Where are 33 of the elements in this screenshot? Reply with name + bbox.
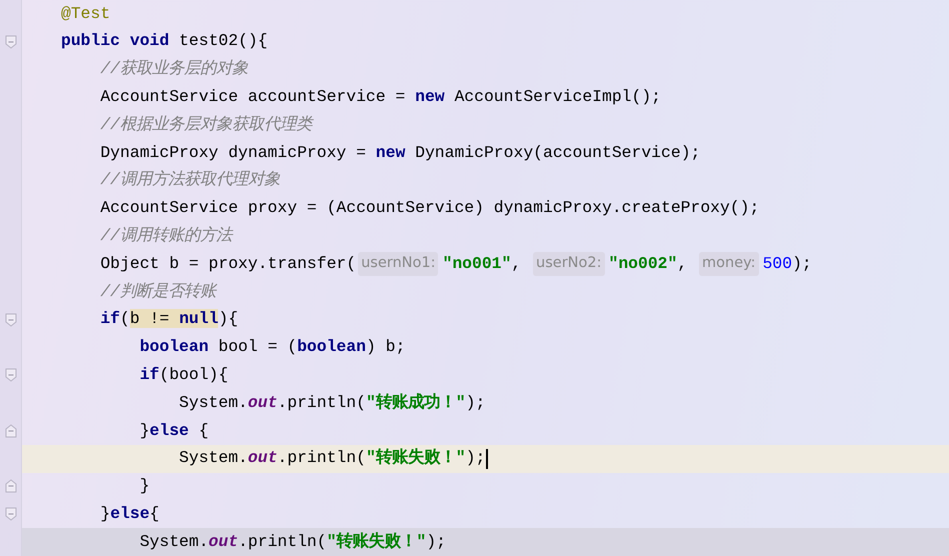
code-line: //根据业务层对象获取代理类 xyxy=(99,114,312,136)
code-text: Object b = proxy.transfer( xyxy=(99,252,356,275)
fold-icon[interactable] xyxy=(4,424,16,438)
code-line: System.out.println("转账成功！"); xyxy=(178,392,486,414)
parameter-hint: userNo2: xyxy=(533,252,604,276)
parameter-hint: money: xyxy=(699,252,759,276)
fold-icon[interactable] xyxy=(4,507,16,522)
code-line: @Test xyxy=(61,2,110,25)
code-line: if(bool){ xyxy=(138,364,228,386)
fold-icon[interactable] xyxy=(4,312,16,327)
code-text: 500); xyxy=(762,252,812,275)
code-line: //判断是否转账 xyxy=(99,280,216,303)
fold-icon[interactable] xyxy=(4,34,16,49)
code-line: AccountService accountService = new AccountServiceImpl(); xyxy=(99,86,662,108)
code-line: //调用转账的方法 xyxy=(99,224,232,247)
code-line: AccountService proxy = (AccountService) dynamicProxy.createProxy(); xyxy=(99,197,760,220)
code-line: boolean bool = (boolean) b; xyxy=(138,336,406,358)
fold-icon[interactable] xyxy=(4,479,16,494)
code-line: }else { xyxy=(138,420,209,442)
code-line: }else{ xyxy=(99,502,160,525)
code-line: //调用方法获取代理对象 xyxy=(99,169,280,192)
code-line: //获取业务层的对象 xyxy=(99,58,248,80)
code-text: "no002", xyxy=(608,252,688,275)
code-line: System.out.println("转账失败！"); xyxy=(178,447,486,470)
code-line: DynamicProxy dynamicProxy = new DynamicProxy(accountService); xyxy=(99,142,700,164)
fold-icon[interactable] xyxy=(4,368,16,382)
code-line: } xyxy=(138,475,150,498)
code-text: "no001", xyxy=(442,252,522,275)
text-cursor xyxy=(486,448,488,469)
code-line: if(b != null){ xyxy=(99,308,238,330)
parameter-hint: usernNo1: xyxy=(358,252,438,276)
code-line: public void test02(){ xyxy=(61,30,268,52)
code-line: System.out.println("转账失败！"); xyxy=(138,530,446,553)
